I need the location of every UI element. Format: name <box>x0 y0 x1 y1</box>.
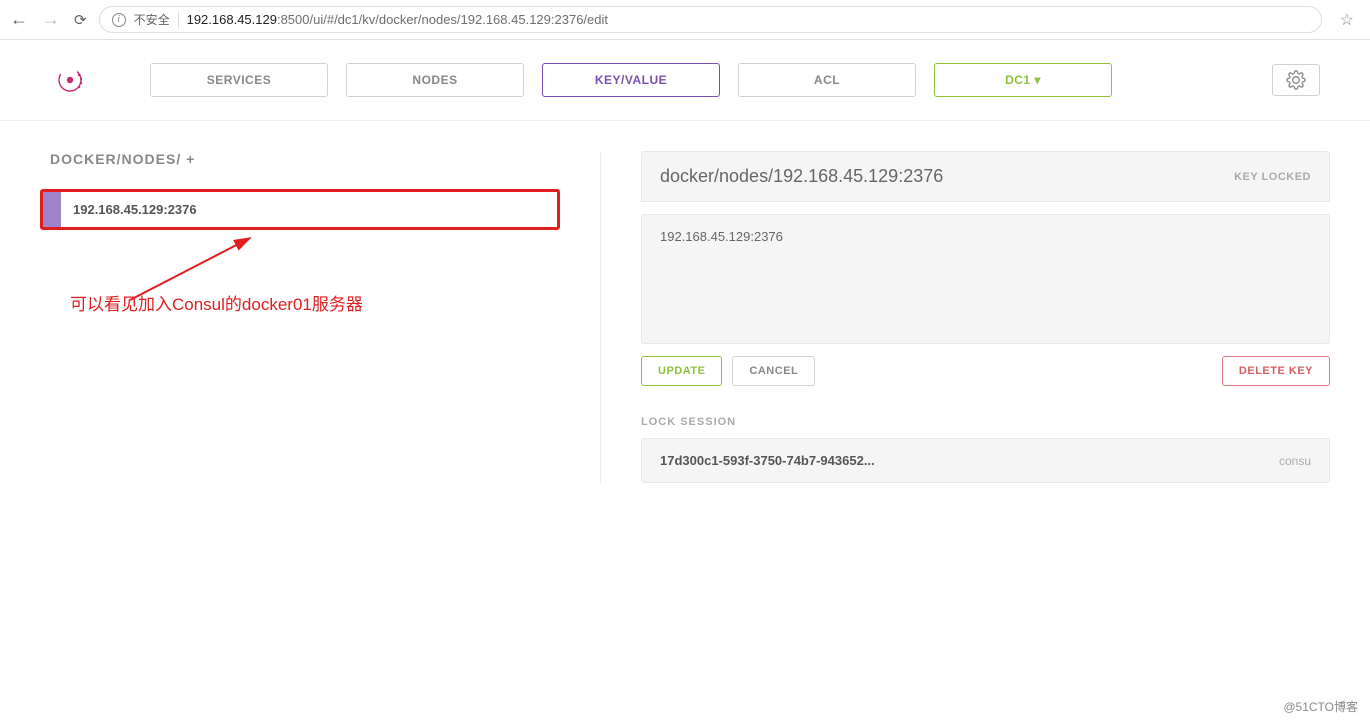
gear-icon <box>1286 70 1306 90</box>
key-locked-badge: KEY LOCKED <box>1234 171 1311 183</box>
url-host: 192.168.45.129 <box>187 12 277 27</box>
update-button[interactable]: UPDATE <box>641 356 722 386</box>
cancel-button[interactable]: CANCEL <box>732 356 815 386</box>
editor-button-row: UPDATE CANCEL DELETE KEY <box>641 356 1330 386</box>
annotation-arrow-icon <box>120 230 270 310</box>
left-column: DOCKER/NODES/ + 192.168.45.129:2376 可以看见… <box>40 151 600 483</box>
forward-icon: → <box>42 9 60 30</box>
tab-nodes[interactable]: NODES <box>346 63 524 97</box>
nav-tabs: SERVICES NODES KEY/VALUE ACL DC1 ▾ <box>150 63 1252 97</box>
browser-toolbar: ← → ⟳ i 不安全 192.168.45.129:8500/ui/#/dc1… <box>0 0 1370 40</box>
breadcrumb[interactable]: DOCKER/NODES/ + <box>40 151 560 167</box>
back-icon[interactable]: ← <box>10 9 28 30</box>
url-path: :8500/ui/#/dc1/kv/docker/nodes/192.168.4… <box>277 12 608 27</box>
nav-controls: ← → ⟳ <box>10 9 87 30</box>
key-item-indicator <box>43 192 61 227</box>
annotation-text: 可以看见加入Consul的docker01服务器 <box>40 290 560 315</box>
key-editor-header: docker/nodes/192.168.45.129:2376 KEY LOC… <box>641 151 1330 202</box>
tab-dc-selector[interactable]: DC1 ▾ <box>934 63 1112 97</box>
url-text: 192.168.45.129:8500/ui/#/dc1/kv/docker/n… <box>187 12 608 27</box>
insecure-label: 不安全 <box>134 11 179 28</box>
tab-keyvalue[interactable]: KEY/VALUE <box>542 63 720 97</box>
info-icon[interactable]: i <box>112 13 126 27</box>
url-bar[interactable]: i 不安全 192.168.45.129:8500/ui/#/dc1/kv/do… <box>99 6 1322 33</box>
tab-services[interactable]: SERVICES <box>150 63 328 97</box>
bookmark-star-icon[interactable]: ☆ <box>1334 10 1360 30</box>
right-column: docker/nodes/192.168.45.129:2376 KEY LOC… <box>600 151 1330 483</box>
value-textarea[interactable]: 192.168.45.129:2376 <box>641 214 1330 344</box>
watermark: @51CTO博客 <box>1283 698 1358 715</box>
session-id: 17d300c1-593f-3750-74b7-943652... <box>660 453 875 468</box>
content-area: DOCKER/NODES/ + 192.168.45.129:2376 可以看见… <box>0 131 1370 503</box>
app-header: SERVICES NODES KEY/VALUE ACL DC1 ▾ <box>0 40 1370 121</box>
lock-session-item[interactable]: 17d300c1-593f-3750-74b7-943652... consu <box>641 438 1330 483</box>
tab-acl[interactable]: ACL <box>738 63 916 97</box>
reload-icon[interactable]: ⟳ <box>74 11 87 29</box>
consul-logo-icon[interactable] <box>50 60 90 100</box>
lock-session-label: LOCK SESSION <box>641 416 1330 428</box>
page-content: SERVICES NODES KEY/VALUE ACL DC1 ▾ DOCKE… <box>0 40 1370 503</box>
settings-button[interactable] <box>1272 64 1320 96</box>
key-list-item[interactable]: 192.168.45.129:2376 <box>40 189 560 230</box>
delete-key-button[interactable]: DELETE KEY <box>1222 356 1330 386</box>
key-item-label: 192.168.45.129:2376 <box>61 192 209 227</box>
session-name: consu <box>1279 454 1311 468</box>
key-path-title: docker/nodes/192.168.45.129:2376 <box>660 166 943 187</box>
